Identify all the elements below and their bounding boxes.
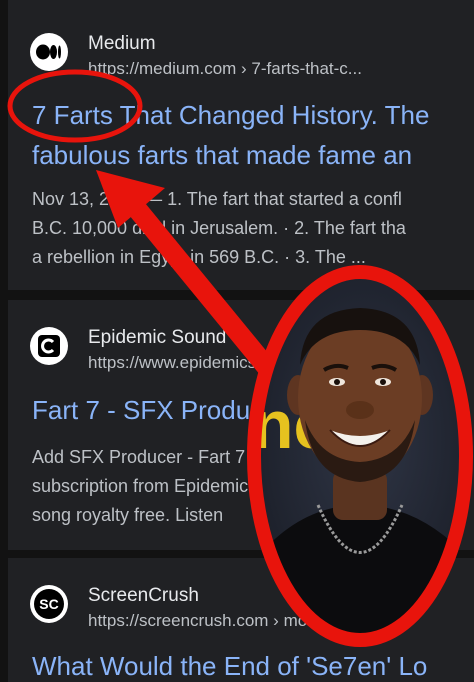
result-snippet: Add SFX Producer - Fart 7 subscription f… — [32, 443, 305, 530]
result-card-screencrush[interactable]: SC ScreenCrush https://screencrush.com ›… — [8, 558, 474, 682]
result-title-link[interactable]: What Would the End of 'Se7en' Lo — [32, 646, 427, 682]
search-results-page: Medium https://medium.com › 7-farts-that… — [0, 0, 474, 682]
snippet-line: Add SFX Producer - Fart 7 — [32, 447, 246, 467]
title-line[interactable]: Fart 7 - SFX Producer — [32, 390, 286, 430]
title-line[interactable]: What Would the End of 'Se7en' Lo — [32, 646, 427, 682]
result-title-link[interactable]: 7 Farts That Changed History. The fabulo… — [32, 95, 429, 175]
snippet-line: B.C. 10,000 died in Jerusalem. · 2. The … — [32, 218, 406, 238]
result-card-medium[interactable]: Medium https://medium.com › 7-farts-that… — [8, 0, 474, 290]
site-name: Epidemic Sound — [88, 327, 227, 348]
result-title-link[interactable]: Fart 7 - SFX Producer — [32, 390, 286, 430]
site-url[interactable]: https://medium.com › 7-farts-that-c... — [88, 58, 362, 80]
snippet-line: song royalty free. Listen — [32, 505, 224, 525]
screencrush-logo-icon: SC — [30, 585, 68, 623]
result-source[interactable]: Medium https://medium.com › 7-farts-that… — [30, 33, 362, 80]
site-url[interactable]: https://screencrush.com › movies-wi... — [88, 610, 373, 632]
title-line[interactable]: fabulous farts that made fame an — [32, 135, 429, 175]
site-name: ScreenCrush — [88, 585, 199, 606]
snippet-line: a rebellion in Egypt in 569 B.C. · 3. Th… — [32, 247, 366, 267]
result-snippet: Nov 13, 2020 — 1. The fart that started … — [32, 185, 406, 272]
medium-logo-icon — [30, 33, 68, 71]
title-line[interactable]: 7 Farts That Changed History. The — [32, 95, 429, 135]
epidemic-sound-logo-icon — [30, 327, 68, 365]
result-card-epidemic-sound[interactable]: Epidemic Sound https://www.epidemicsound… — [8, 300, 474, 550]
site-url[interactable]: https://www.epidemicsound.com — [88, 352, 331, 374]
snippet-line: Nov 13, 2020 — 1. The fart that started … — [32, 189, 402, 209]
result-source[interactable]: SC ScreenCrush https://screencrush.com ›… — [30, 585, 373, 632]
svg-text:SC: SC — [39, 596, 58, 612]
snippet-line: subscription from Epidemic Sound — [32, 476, 306, 496]
result-source[interactable]: Epidemic Sound https://www.epidemicsound… — [30, 327, 331, 374]
site-name: Medium — [88, 33, 156, 54]
